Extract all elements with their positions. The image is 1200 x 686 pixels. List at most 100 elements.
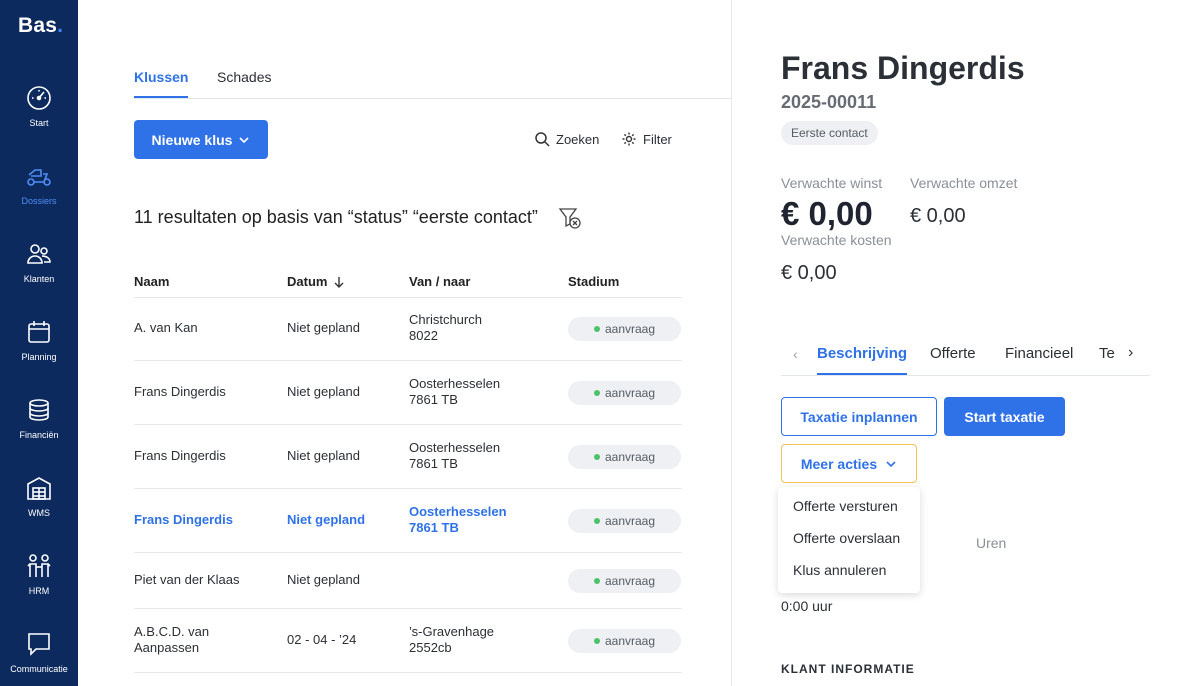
hours-label: Uren xyxy=(976,535,1007,551)
sidebar-item-label: Planning xyxy=(21,352,57,362)
column-header-date[interactable]: Datum xyxy=(287,274,345,289)
sidebar-item-financien[interactable]: Financiën xyxy=(0,396,78,466)
tab-truncated[interactable]: Te xyxy=(1099,345,1121,373)
sidebar-item-planning[interactable]: Planning xyxy=(0,318,78,388)
new-job-button[interactable]: Nieuwe klus xyxy=(134,120,268,159)
search-button[interactable]: Zoeken xyxy=(534,131,599,147)
expected-profit-value: € 0,00 xyxy=(781,195,873,232)
sidebar-item-label: HRM xyxy=(28,586,50,596)
menu-item-cancel-job[interactable]: Klus annuleren xyxy=(793,562,886,578)
section-title: KLANT INFORMATIE xyxy=(781,662,915,676)
sidebar-item-label: Start xyxy=(29,118,49,128)
expected-costs-label: Verwachte kosten xyxy=(781,232,892,248)
status-badge-label: aanvraag xyxy=(604,574,656,588)
tab-klussen[interactable]: Klussen xyxy=(134,69,189,98)
divider xyxy=(134,297,682,298)
sidebar-item-dossiers[interactable]: Dossiers xyxy=(0,162,78,232)
detail-tab-bar: Beschrijving Offerte Financieel Te xyxy=(781,342,1150,376)
status-badge-label: aanvraag xyxy=(604,322,656,336)
hours-value: 0:00 uur xyxy=(781,598,833,614)
cell-name: Frans Dingerdis xyxy=(134,384,226,399)
sidebar-item-communicatie[interactable]: Communicatie xyxy=(0,630,78,686)
chat-icon xyxy=(28,633,50,656)
status-dot xyxy=(593,578,600,584)
sidebar-item-label: Klanten xyxy=(23,274,55,284)
menu-item-send-quote[interactable]: Offerte versturen xyxy=(793,498,898,514)
cell-date: Niet gepland xyxy=(287,320,360,335)
expected-profit-label: Verwachte winst xyxy=(781,175,883,191)
divider xyxy=(134,608,682,609)
sidebar-item-hrm[interactable]: HRM xyxy=(0,552,78,622)
tab-bar: Klussen Schades xyxy=(134,68,731,99)
warehouse-icon xyxy=(27,477,51,500)
tab-offerte[interactable]: Offerte xyxy=(930,345,976,373)
tab-financieel[interactable]: Financieel xyxy=(1005,345,1073,373)
scooter-icon xyxy=(27,169,51,186)
expected-revenue-value: € 0,00 xyxy=(910,205,966,227)
divider xyxy=(134,552,682,553)
cell-route-line2: 2552cb xyxy=(409,640,452,655)
cell-route-line1: Christchurch xyxy=(409,312,482,327)
sidebar-item-label: Communicatie xyxy=(10,664,68,674)
results-summary: 11 resultaten op basis van “status” “eer… xyxy=(134,207,538,227)
sidebar-item-klanten[interactable]: Klanten xyxy=(0,240,78,310)
tab-schades[interactable]: Schades xyxy=(217,69,271,96)
sidebar: Bas. Start Dossiers Klanten Planning Fin… xyxy=(0,0,78,686)
start-appraisal-button[interactable]: Start taxatie xyxy=(944,397,1065,436)
column-header-route[interactable]: Van / naar xyxy=(409,274,470,289)
cell-route-line2: 8022 xyxy=(409,328,438,343)
status-dot xyxy=(593,454,600,460)
status-badge-label: aanvraag xyxy=(604,386,656,400)
status-badge-label: aanvraag xyxy=(604,450,656,464)
column-header-name[interactable]: Naam xyxy=(134,274,169,289)
filter-button[interactable]: Filter xyxy=(621,131,672,147)
cell-date: Niet gepland xyxy=(287,572,360,587)
chevron-down-icon xyxy=(239,136,250,143)
cell-name: Piet van der Klaas xyxy=(134,572,240,587)
search-icon xyxy=(535,132,550,147)
gear-icon xyxy=(622,132,636,146)
more-actions-label: Meer acties xyxy=(800,455,878,472)
arrow-down-icon xyxy=(334,276,344,288)
tab-beschrijving[interactable]: Beschrijving xyxy=(817,345,908,375)
sidebar-item-label: Dossiers xyxy=(21,196,57,206)
divider xyxy=(134,360,682,361)
column-header-stage[interactable]: Stadium xyxy=(568,274,619,289)
new-job-label: Nieuwe klus xyxy=(151,131,233,148)
sidebar-item-wms[interactable]: WMS xyxy=(0,474,78,544)
expected-costs-value: € 0,00 xyxy=(781,262,837,284)
detail-panel: Frans Dingerdis 2025-00011 Eerste contac… xyxy=(732,0,1200,686)
expected-revenue-label: Verwachte omzet xyxy=(910,175,1018,191)
cell-name: Frans Dingerdis xyxy=(134,448,226,463)
calendar-icon xyxy=(28,321,50,343)
divider xyxy=(134,488,682,489)
schedule-appraisal-button[interactable]: Taxatie inplannen xyxy=(781,397,937,436)
chevron-down-icon xyxy=(886,460,896,467)
status-badge: aanvraag xyxy=(568,381,681,405)
divider xyxy=(134,424,682,425)
more-actions-button[interactable]: Meer acties xyxy=(781,444,917,483)
cell-date: Niet gepland xyxy=(287,512,366,527)
sidebar-item-start[interactable]: Start xyxy=(0,84,78,154)
cell-route-line2: 7861 TB xyxy=(409,520,459,535)
brand-logo[interactable]: Bas. xyxy=(18,14,63,38)
clear-filter-icon[interactable] xyxy=(558,207,584,236)
status-badge: aanvraag xyxy=(568,569,681,593)
column-header-date-label: Datum xyxy=(287,274,328,289)
cell-name-line1: A.B.C.D. van xyxy=(134,624,210,639)
sidebar-item-label: WMS xyxy=(28,508,50,518)
main-content: Klussen Schades Nieuwe klus Zoeken Filte… xyxy=(78,0,731,686)
sidebar-item-label: Financiën xyxy=(19,430,59,440)
status-dot xyxy=(593,390,600,396)
status-badge: Eerste contact xyxy=(781,121,878,145)
cell-name: A. van Kan xyxy=(134,320,198,335)
status-badge: aanvraag xyxy=(568,509,681,533)
menu-item-skip-quote[interactable]: Offerte overslaan xyxy=(793,530,900,546)
cell-route-line1: ’s-Gravenhage xyxy=(409,624,495,639)
divider xyxy=(134,672,682,673)
speedometer-icon xyxy=(27,86,51,110)
status-dot xyxy=(593,518,600,524)
cell-name: Frans Dingerdis xyxy=(134,512,233,527)
status-dot xyxy=(593,326,600,332)
search-label: Zoeken xyxy=(556,131,600,147)
